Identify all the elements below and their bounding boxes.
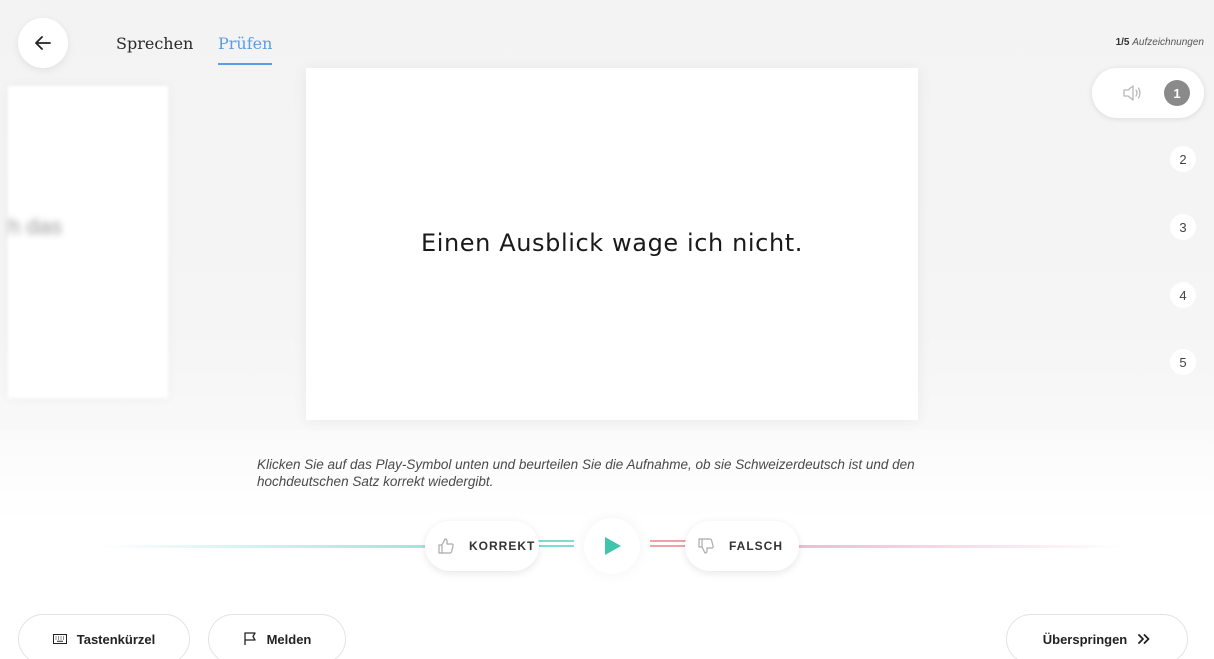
- back-arrow-icon: [35, 36, 51, 50]
- keyboard-icon: [52, 634, 67, 644]
- double-chevron-right-icon: [1138, 634, 1150, 644]
- thumbs-down-icon: [698, 538, 714, 554]
- correct-label: KORREKT: [469, 539, 536, 553]
- thumbs-up-icon: [438, 538, 454, 554]
- wrong-track-line: [795, 545, 1125, 548]
- instructions-text: Klicken Sie auf das Play-Symbol unten un…: [257, 457, 915, 489]
- previous-sentence-card: h das: [8, 86, 168, 398]
- wrong-label: FALSCH: [729, 539, 783, 553]
- skip-label: Überspringen: [1042, 631, 1128, 647]
- recording-number-1[interactable]: 1: [1164, 80, 1190, 106]
- previous-sentence-text: h das: [8, 214, 62, 239]
- sentence-text: Einen Ausblick wage ich nicht.: [420, 229, 804, 257]
- recording-number-2[interactable]: 2: [1170, 146, 1196, 172]
- shortcuts-label: Tastenkürzel: [76, 631, 156, 647]
- skip-button[interactable]: Überspringen: [1006, 614, 1188, 659]
- recording-item-1-active[interactable]: 1: [1092, 68, 1204, 118]
- recording-number-4[interactable]: 4: [1170, 282, 1196, 308]
- speaker-icon[interactable]: [1122, 84, 1142, 102]
- sentence-card: Einen Ausblick wage ich nicht.: [306, 68, 918, 420]
- recording-counter-label: Aufzeichnungen: [1132, 37, 1204, 48]
- tab-pruefen[interactable]: Prüfen: [218, 34, 273, 65]
- correct-track-line: [100, 545, 430, 548]
- recording-number-3[interactable]: 3: [1170, 214, 1196, 240]
- report-label: Melden: [266, 631, 312, 647]
- recording-counter: 1/5 Aufzeichnungen: [1116, 37, 1204, 48]
- recording-number-5[interactable]: 5: [1170, 349, 1196, 375]
- flag-icon: [243, 632, 256, 645]
- recording-counter-value: 1/5: [1115, 37, 1130, 48]
- play-icon: [605, 537, 621, 555]
- wrong-connector: [650, 540, 686, 547]
- play-button[interactable]: [584, 518, 640, 574]
- wrong-button[interactable]: FALSCH: [685, 521, 799, 571]
- correct-button[interactable]: KORREKT: [425, 521, 539, 571]
- correct-connector: [538, 540, 574, 547]
- tab-sprechen[interactable]: Sprechen: [116, 34, 193, 53]
- back-button[interactable]: [18, 18, 68, 68]
- shortcuts-button[interactable]: Tastenkürzel: [18, 614, 190, 659]
- report-button[interactable]: Melden: [208, 614, 346, 659]
